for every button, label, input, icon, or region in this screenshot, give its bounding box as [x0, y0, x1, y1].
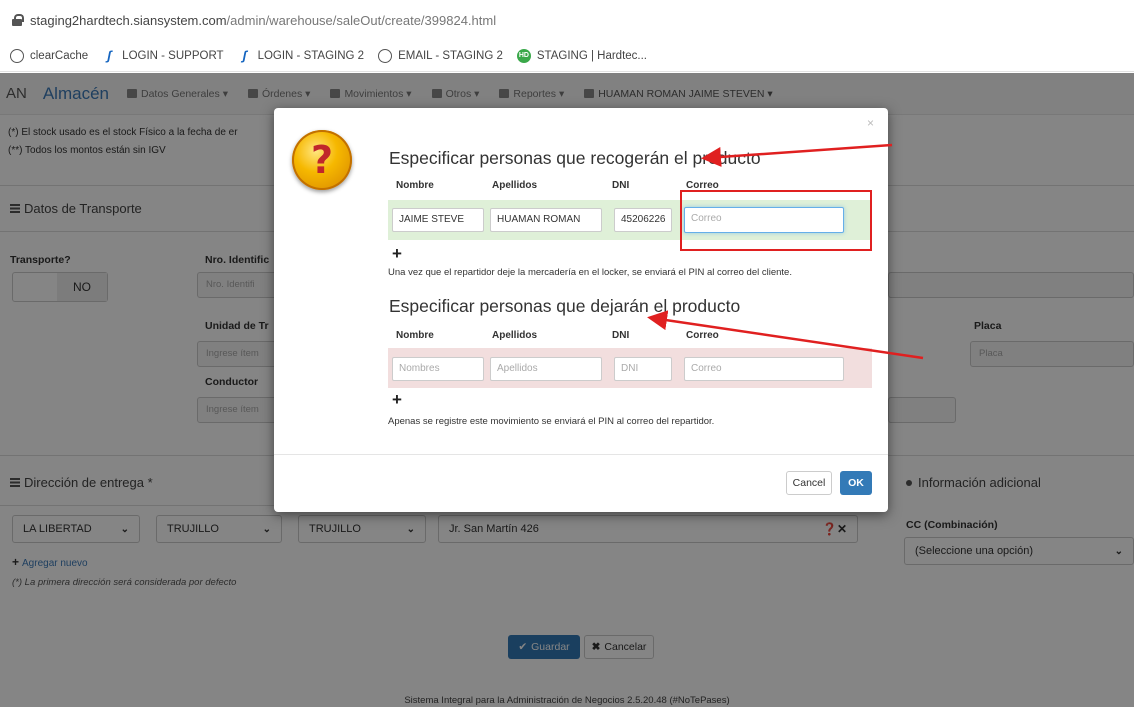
modal-footer-divider	[274, 454, 888, 455]
pickup-dni-input[interactable]: 45206226	[614, 208, 672, 232]
col-correo: Correo	[686, 330, 719, 341]
col-dni: DNI	[612, 330, 630, 341]
col-nombre: Nombre	[396, 180, 434, 191]
globe-icon	[10, 48, 24, 63]
col-apellidos: Apellidos	[492, 330, 538, 341]
cancel-button[interactable]: Cancel	[786, 471, 832, 495]
url-path: /admin/warehouse/saleOut/create/399824.h…	[226, 12, 497, 28]
bookmark-login-support[interactable]: ʃ LOGIN - SUPPORT	[102, 48, 223, 63]
hd-logo-icon: HD	[516, 48, 531, 63]
persons-modal: × ? Especificar personas que recogerán e…	[274, 108, 888, 512]
globe-icon	[378, 48, 393, 63]
bookmark-login-staging2[interactable]: ʃ LOGIN - STAGING 2	[238, 48, 364, 63]
bookmark-staging-hardtec[interactable]: HD STAGING | Hardtec...	[516, 48, 647, 63]
pickup-apellidos-input[interactable]: HUAMAN ROMAN	[490, 208, 602, 232]
url-host: staging2hardtech.siansystem.com	[30, 12, 227, 28]
dropoff-title: Especificar personas que dejarán el prod…	[389, 296, 741, 316]
s-logo-icon: ʃ	[107, 48, 112, 63]
dropoff-correo-input[interactable]: Correo	[684, 357, 844, 381]
add-pickup-person-icon[interactable]: +	[392, 244, 402, 264]
question-icon: ?	[292, 130, 352, 190]
pickup-help-text: Una vez que el repartidor deje la mercad…	[388, 267, 792, 278]
pickup-nombre-input[interactable]: JAIME STEVE	[392, 208, 484, 232]
bookmarks-bar: clearCache ʃ LOGIN - SUPPORT ʃ LOGIN - STA…	[0, 40, 1134, 72]
ok-button[interactable]: OK	[840, 471, 872, 495]
dropoff-nombre-input[interactable]: Nombres	[392, 357, 484, 381]
bookmark-email-staging2[interactable]: EMAIL - STAGING 2	[378, 48, 503, 63]
add-dropoff-person-icon[interactable]: +	[392, 390, 402, 410]
close-icon[interactable]: ×	[867, 116, 874, 130]
address-bar[interactable]: staging2hardtech.siansystem.com /admin/w…	[0, 0, 1134, 40]
lock-icon	[12, 14, 24, 26]
annotation-highlight-box	[680, 190, 872, 251]
col-dni: DNI	[612, 180, 630, 191]
col-apellidos: Apellidos	[492, 180, 538, 191]
pickup-title: Especificar personas que recogerán el pr…	[389, 148, 761, 168]
bookmark-clearcache[interactable]: clearCache	[10, 48, 88, 63]
dropoff-dni-input[interactable]: DNI	[614, 357, 672, 381]
s-logo-icon: ʃ	[242, 48, 247, 63]
col-nombre: Nombre	[396, 330, 434, 341]
dropoff-help-text: Apenas se registre este movimiento se en…	[388, 416, 715, 427]
dropoff-apellidos-input[interactable]: Apellidos	[490, 357, 602, 381]
